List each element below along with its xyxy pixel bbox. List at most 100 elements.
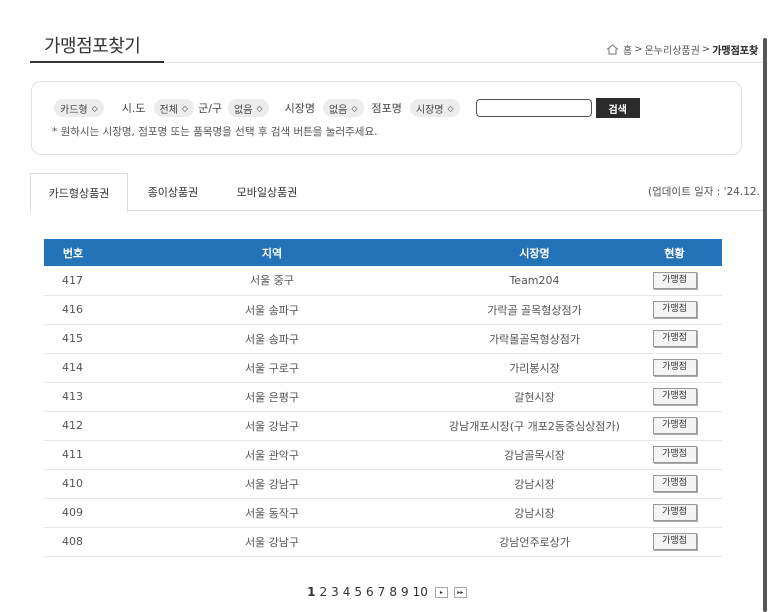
cell-no: 415: [44, 324, 102, 354]
page-link-6[interactable]: 6: [365, 585, 375, 599]
cell-status: 가맹점: [627, 266, 722, 296]
breadcrumb: 홈 > 온누리상품권 > 가맹점포찾: [606, 42, 758, 57]
breadcrumb-separator: >: [634, 44, 643, 55]
breadcrumb-current: 가맹점포찾: [712, 46, 759, 57]
cell-no: 409: [44, 498, 102, 528]
cell-status: 가맹점: [627, 498, 722, 528]
store-select[interactable]: 시장명 ◇: [409, 99, 460, 117]
select-arrow-icon: ◇: [351, 103, 358, 113]
market-value: 없음: [328, 104, 348, 116]
page-link-8[interactable]: 8: [388, 585, 398, 599]
cell-no: 413: [44, 382, 102, 412]
cell-status: 가맹점: [627, 527, 722, 557]
table-row: 415 서울 송파구 가락몰골목형상점가 가맹점: [44, 324, 722, 354]
page-link-3[interactable]: 3: [330, 585, 340, 599]
cell-market: 강남개포시장(구 개포2동중심상점가): [442, 411, 627, 441]
tab-paper[interactable]: 종이상품권: [138, 173, 208, 211]
select-arrow-icon: ◇: [447, 103, 454, 113]
cell-market: 갈현시장: [442, 382, 627, 412]
status-button[interactable]: 가맹점: [652, 533, 697, 550]
table-row: 417 서울 중구 Team204 가맹점: [44, 266, 722, 296]
cell-no: 417: [44, 266, 102, 296]
search-button[interactable]: 검색: [595, 98, 640, 118]
store-label: 점포명: [371, 102, 402, 115]
status-button[interactable]: 가맹점: [652, 417, 697, 434]
cell-region: 서울 중구: [102, 266, 442, 296]
cell-region: 서울 송파구: [102, 295, 442, 325]
page-link-9[interactable]: 9: [400, 585, 410, 599]
sido-select[interactable]: 전체 ◇: [153, 99, 195, 117]
status-button[interactable]: 가맹점: [652, 330, 697, 347]
pagination: 1 2 3 4 5 6 7 8 9 10 ▸ ▸▸: [0, 585, 773, 599]
search-hint: * 원하시는 시장명, 점포명 또는 품목명을 선택 후 검색 버튼을 눌러주세…: [52, 126, 378, 138]
cell-status: 가맹점: [627, 440, 722, 470]
table-row: 414 서울 구로구 가리봉시장 가맹점: [44, 353, 722, 383]
next-page-icon[interactable]: ▸: [434, 586, 448, 598]
title-divider: [164, 62, 764, 63]
status-button[interactable]: 가맹점: [652, 504, 697, 521]
column-header-region: 지역: [102, 239, 442, 266]
cell-no: 416: [44, 295, 102, 325]
status-button[interactable]: 가맹점: [652, 271, 697, 289]
breadcrumb-home[interactable]: 홈: [623, 42, 632, 57]
page-title: 가맹점포찾기: [44, 36, 141, 57]
gungu-select[interactable]: 없음 ◇: [228, 99, 269, 117]
cell-region: 서울 동작구: [102, 498, 442, 528]
table-row: 416 서울 송파구 가락골 골목형상점가 가맹점: [44, 295, 722, 325]
cell-region: 서울 강남구: [102, 411, 442, 441]
update-date: (업데이트 일자 : '24.12.: [648, 186, 760, 198]
cell-market: 가락골 골목형상점가: [442, 295, 627, 325]
breadcrumb-parent[interactable]: 온누리상품권: [645, 42, 700, 57]
cell-market: 강남언주로상가: [442, 527, 627, 557]
home-icon[interactable]: [606, 44, 619, 55]
cell-market: 강남시장: [442, 498, 627, 528]
column-header-market: 시장명: [442, 239, 627, 266]
status-button[interactable]: 가맹점: [652, 446, 697, 463]
cell-market: 강남시장: [442, 469, 627, 499]
status-button[interactable]: 가맹점: [652, 301, 697, 318]
column-header-status: 현황: [627, 239, 722, 266]
market-select[interactable]: 없음 ◇: [322, 99, 364, 117]
cell-status: 가맹점: [627, 469, 722, 499]
page-link-5[interactable]: 5: [353, 585, 363, 599]
cell-no: 411: [44, 440, 102, 470]
cell-region: 서울 은평구: [102, 382, 442, 412]
cell-status: 가맹점: [627, 382, 722, 412]
page-link-4[interactable]: 4: [342, 585, 352, 599]
sido-value: 전체: [159, 104, 178, 116]
select-arrow-icon: ◇: [181, 103, 189, 113]
cell-no: 408: [44, 527, 102, 557]
title-underline: [30, 61, 164, 63]
last-page-icon[interactable]: ▸▸: [453, 586, 467, 598]
page-link-1[interactable]: 1: [306, 585, 316, 599]
sido-label: 시.도: [121, 102, 146, 115]
card-type-select[interactable]: 카드형 ◇: [54, 99, 104, 117]
scrollbar[interactable]: [763, 38, 767, 612]
table-row: 411 서울 관악구 강남골목시장 가맹점: [44, 440, 722, 470]
page-link-10[interactable]: 10: [412, 585, 429, 599]
cell-no: 412: [44, 411, 102, 441]
table-row: 412 서울 강남구 강남개포시장(구 개포2동중심상점가) 가맹점: [44, 411, 722, 441]
cell-region: 서울 관악구: [102, 440, 442, 470]
status-button[interactable]: 가맹점: [652, 388, 697, 405]
breadcrumb-separator: >: [701, 44, 711, 55]
select-arrow-icon: ◇: [91, 103, 98, 113]
page-link-2[interactable]: 2: [318, 585, 328, 599]
cell-status: 가맹점: [627, 353, 722, 383]
filter-row: 카드형 ◇ 시.도 전체 ◇ 군/구 없음 ◇ 시장명 없음 ◇ 점포명 시장명…: [54, 98, 640, 118]
search-input[interactable]: [475, 99, 592, 117]
cell-no: 414: [44, 353, 102, 383]
cell-status: 가맹점: [627, 324, 722, 354]
market-label: 시장명: [284, 102, 315, 115]
tab-mobile[interactable]: 모바일상품권: [222, 173, 312, 211]
gungu-label: 군/구: [198, 102, 223, 115]
status-button[interactable]: 가맹점: [652, 475, 697, 492]
cell-status: 가맹점: [627, 295, 722, 325]
cell-region: 서울 강남구: [102, 469, 442, 499]
cell-region: 서울 송파구: [102, 324, 442, 354]
table-row: 413 서울 은평구 갈현시장 가맹점: [44, 382, 722, 412]
page-link-7[interactable]: 7: [377, 585, 387, 599]
status-button[interactable]: 가맹점: [652, 359, 697, 376]
tab-card[interactable]: 카드형상품권: [30, 173, 128, 212]
cell-market: 강남골목시장: [442, 440, 627, 470]
